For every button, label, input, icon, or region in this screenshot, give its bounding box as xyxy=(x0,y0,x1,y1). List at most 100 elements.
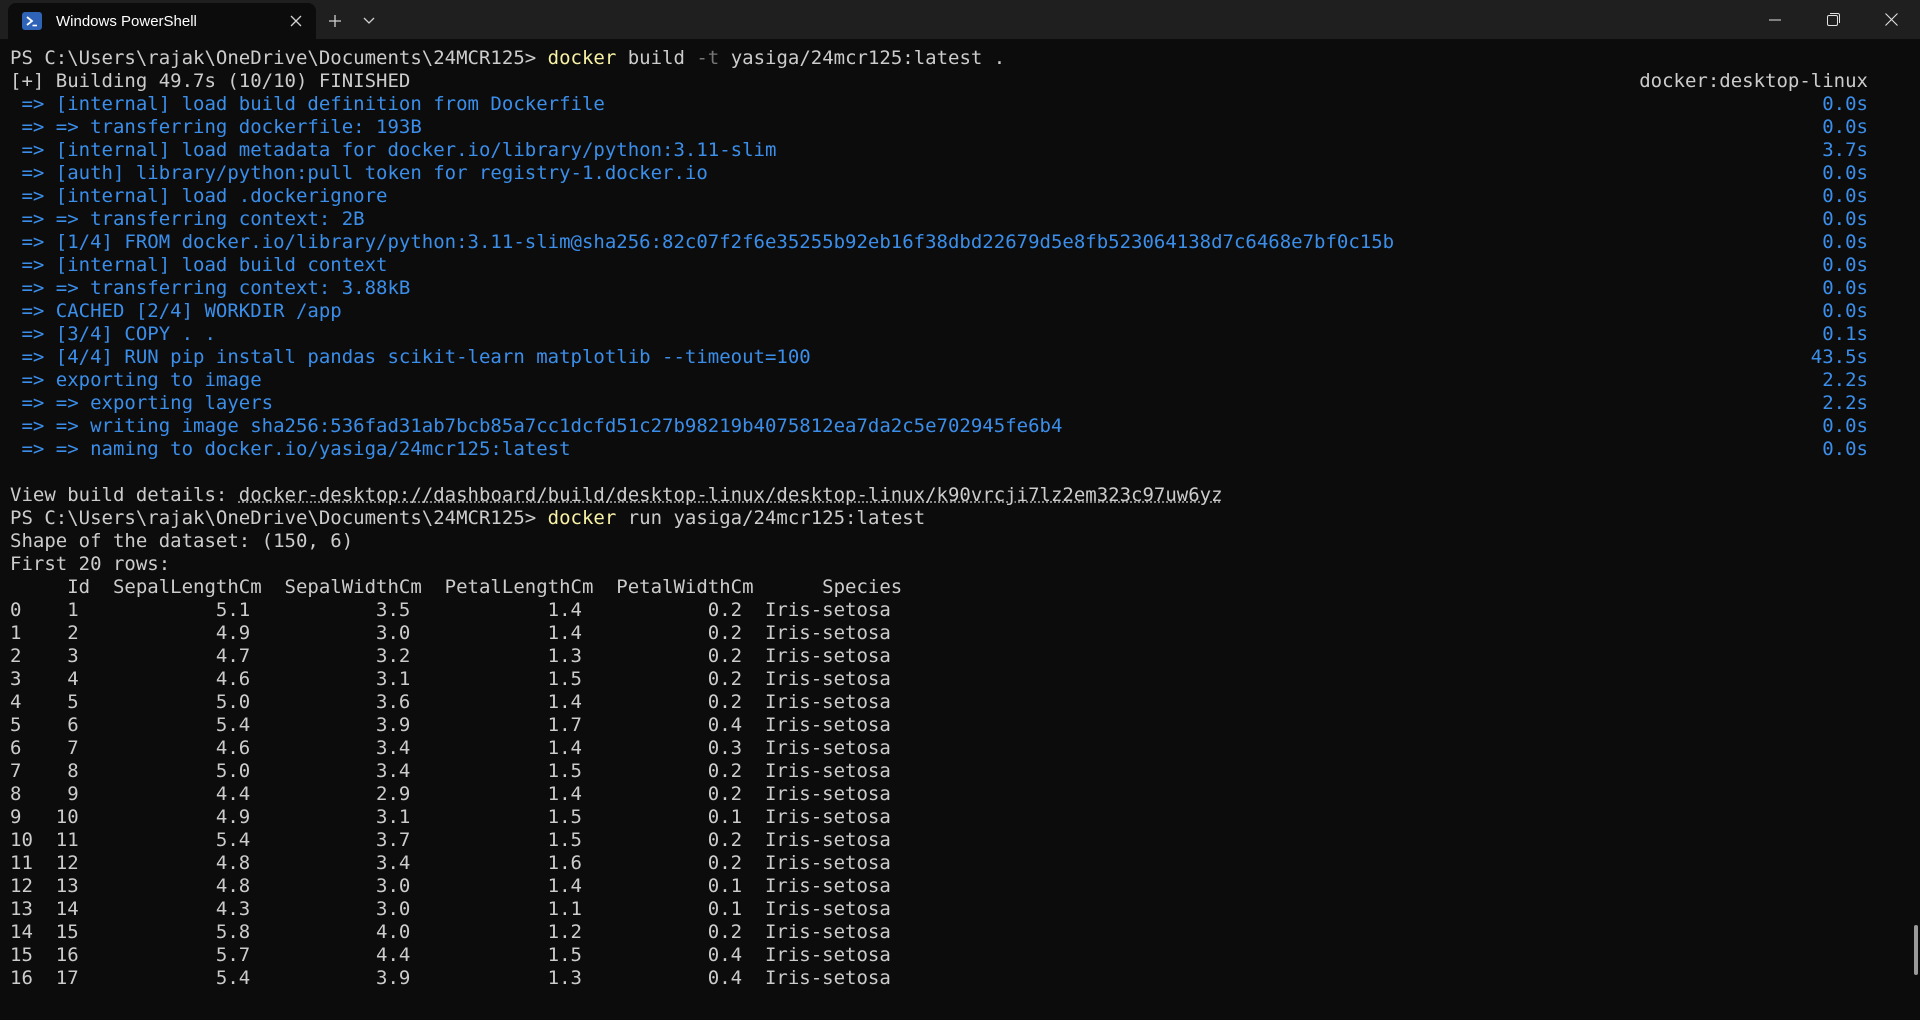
build-step-time: 2.2s xyxy=(1822,392,1868,414)
powershell-icon xyxy=(22,12,42,30)
table-row: 11 12 4.8 3.4 1.6 0.2 Iris-setosa xyxy=(10,852,891,874)
table-row: 3 4 4.6 3.1 1.5 0.2 Iris-setosa xyxy=(10,668,891,690)
table-row: 12 13 4.8 3.0 1.4 0.1 Iris-setosa xyxy=(10,875,891,897)
build-step-line: => [3/4] COPY . . 0.1s xyxy=(10,323,1910,346)
output-line: First 20 rows: xyxy=(10,553,171,575)
build-step-text: => [internal] load .dockerignore xyxy=(10,185,388,207)
view-build-label: View build details: xyxy=(10,484,239,506)
build-step-text: => => writing image sha256:536fad31ab7bc… xyxy=(10,415,1063,437)
table-row: 15 16 5.7 4.4 1.5 0.4 Iris-setosa xyxy=(10,944,891,966)
build-step-line: => => transferring dockerfile: 193B 0.0s xyxy=(10,116,1910,139)
build-step-time: 2.2s xyxy=(1822,369,1868,391)
table-row: 1 2 4.9 3.0 1.4 0.2 Iris-setosa xyxy=(10,622,891,644)
build-step-text: => [auth] library/python:pull token for … xyxy=(10,162,708,184)
minimize-icon[interactable] xyxy=(1746,0,1804,39)
build-step-line: => [internal] load build definition from… xyxy=(10,93,1910,116)
new-tab-plus-icon[interactable] xyxy=(316,3,354,39)
table-row: 7 8 5.0 3.4 1.5 0.2 Iris-setosa xyxy=(10,760,891,782)
build-step-line: => [internal] load metadata for docker.i… xyxy=(10,139,1910,162)
table-row: 0 1 5.1 3.5 1.4 0.2 Iris-setosa xyxy=(10,599,891,621)
build-step-line: => [internal] load .dockerignore 0.0s xyxy=(10,185,1910,208)
build-step-line: => CACHED [2/4] WORKDIR /app 0.0s xyxy=(10,300,1910,323)
chevron-down-icon[interactable] xyxy=(354,3,384,39)
view-build-details-line: View build details: docker-desktop://das… xyxy=(10,484,1910,507)
build-step-time: 0.0s xyxy=(1822,93,1868,115)
prompt: PS C:\Users\rajak\OneDrive\Documents\24M… xyxy=(10,47,548,69)
table-body: 0 1 5.1 3.5 1.4 0.2 Iris-setosa 1 2 4.9 3… xyxy=(10,599,1910,990)
build-step-line: => [1/4] FROM docker.io/library/python:3… xyxy=(10,231,1910,254)
build-step-line: => [internal] load build context 0.0s xyxy=(10,254,1910,277)
table-row: 4 5 5.0 3.6 1.4 0.2 Iris-setosa xyxy=(10,691,891,713)
build-step-time: 0.1s xyxy=(1822,323,1868,345)
build-step-line: => [4/4] RUN pip install pandas scikit-l… xyxy=(10,346,1910,369)
build-step-time: 0.0s xyxy=(1822,231,1868,253)
build-step-time: 3.7s xyxy=(1822,139,1868,161)
build-step-text: => => naming to docker.io/yasiga/24mcr12… xyxy=(10,438,571,460)
build-step-line: => => transferring context: 3.88kB 0.0s xyxy=(10,277,1910,300)
prompt-line: PS C:\Users\rajak\OneDrive\Documents\24M… xyxy=(10,47,1910,70)
table-row: 6 7 4.6 3.4 1.4 0.3 Iris-setosa xyxy=(10,737,891,759)
build-step-line: => => exporting layers 2.2s xyxy=(10,392,1910,415)
build-step-text: => => transferring context: 2B xyxy=(10,208,365,230)
build-step-line: => exporting to image 2.2s xyxy=(10,369,1910,392)
build-step-line: => => writing image sha256:536fad31ab7bc… xyxy=(10,415,1910,438)
prompt: PS C:\Users\rajak\OneDrive\Documents\24M… xyxy=(10,507,548,529)
build-header: [+] Building 49.7s (10/10) FINISHED xyxy=(10,70,411,92)
build-step-text: => [internal] load build context xyxy=(10,254,388,276)
terminal-output[interactable]: PS C:\Users\rajak\OneDrive\Documents\24M… xyxy=(0,39,1920,1020)
build-step-time: 0.0s xyxy=(1822,438,1868,460)
restore-icon[interactable] xyxy=(1804,0,1862,39)
build-step-text: => [internal] load build definition from… xyxy=(10,93,605,115)
command-args: run yasiga/24mcr125:latest xyxy=(616,507,926,529)
build-step-text: => => exporting layers xyxy=(10,392,274,414)
build-step-text: => [4/4] RUN pip install pandas scikit-l… xyxy=(10,346,811,368)
window-controls xyxy=(1746,0,1920,39)
build-step-time: 0.0s xyxy=(1822,277,1868,299)
scrollbar-thumb[interactable] xyxy=(1914,925,1918,975)
build-steps: => [internal] load build definition from… xyxy=(10,93,1910,461)
build-step-line: => => naming to docker.io/yasiga/24mcr12… xyxy=(10,438,1910,461)
build-step-text: => [1/4] FROM docker.io/library/python:3… xyxy=(10,231,1395,253)
close-tab-icon[interactable] xyxy=(280,5,312,37)
build-step-text: => [internal] load metadata for docker.i… xyxy=(10,139,777,161)
table-row: 2 3 4.7 3.2 1.3 0.2 Iris-setosa xyxy=(10,645,891,667)
command-args: yasiga/24mcr125:latest . xyxy=(719,47,1006,69)
build-step-time: 0.0s xyxy=(1822,415,1868,437)
build-step-text: => [3/4] COPY . . xyxy=(10,323,216,345)
build-step-time: 43.5s xyxy=(1810,346,1868,368)
table-row: 5 6 5.4 3.9 1.7 0.4 Iris-setosa xyxy=(10,714,891,736)
table-row: 8 9 4.4 2.9 1.4 0.2 Iris-setosa xyxy=(10,783,891,805)
build-header-line: [+] Building 49.7s (10/10) FINISHED docke… xyxy=(10,70,1910,93)
command-name: docker xyxy=(547,507,617,529)
build-step-text: => CACHED [2/4] WORKDIR /app xyxy=(10,300,342,322)
build-step-time: 0.0s xyxy=(1822,116,1868,138)
build-step-text: => => transferring context: 3.88kB xyxy=(10,277,411,299)
command-flag: -t xyxy=(696,47,720,69)
table-row: 9 10 4.9 3.1 1.5 0.1 Iris-setosa xyxy=(10,806,891,828)
build-context: docker:desktop-linux xyxy=(1639,70,1868,92)
command-args: build xyxy=(616,47,697,69)
tab-title: Windows PowerShell xyxy=(56,12,197,30)
build-step-time: 0.0s xyxy=(1822,254,1868,276)
build-step-time: 0.0s xyxy=(1822,185,1868,207)
build-step-text: => => transferring dockerfile: 193B xyxy=(10,116,422,138)
table-row: 13 14 4.3 3.0 1.1 0.1 Iris-setosa xyxy=(10,898,891,920)
build-step-text: => exporting to image xyxy=(10,369,262,391)
prompt-line: PS C:\Users\rajak\OneDrive\Documents\24M… xyxy=(10,507,1910,530)
build-step-line: => [auth] library/python:pull token for … xyxy=(10,162,1910,185)
tab-windows-powershell[interactable]: Windows PowerShell xyxy=(8,3,316,39)
build-step-time: 0.0s xyxy=(1822,162,1868,184)
build-step-time: 0.0s xyxy=(1822,208,1868,230)
table-header: Id SepalLengthCm SepalWidthCm PetalLengt… xyxy=(10,576,903,598)
build-details-link[interactable]: docker-desktop://dashboard/build/desktop… xyxy=(239,484,1223,506)
table-row: 14 15 5.8 4.0 1.2 0.2 Iris-setosa xyxy=(10,921,891,943)
output-line: Shape of the dataset: (150, 6) xyxy=(10,530,354,552)
title-bar: Windows PowerShell xyxy=(0,0,1920,39)
table-row: 10 11 5.4 3.7 1.5 0.2 Iris-setosa xyxy=(10,829,891,851)
command-name: docker xyxy=(547,47,617,69)
build-step-line: => => transferring context: 2B 0.0s xyxy=(10,208,1910,231)
close-window-icon[interactable] xyxy=(1862,0,1920,39)
table-row: 16 17 5.4 3.9 1.3 0.4 Iris-setosa xyxy=(10,967,891,989)
build-step-time: 0.0s xyxy=(1822,300,1868,322)
